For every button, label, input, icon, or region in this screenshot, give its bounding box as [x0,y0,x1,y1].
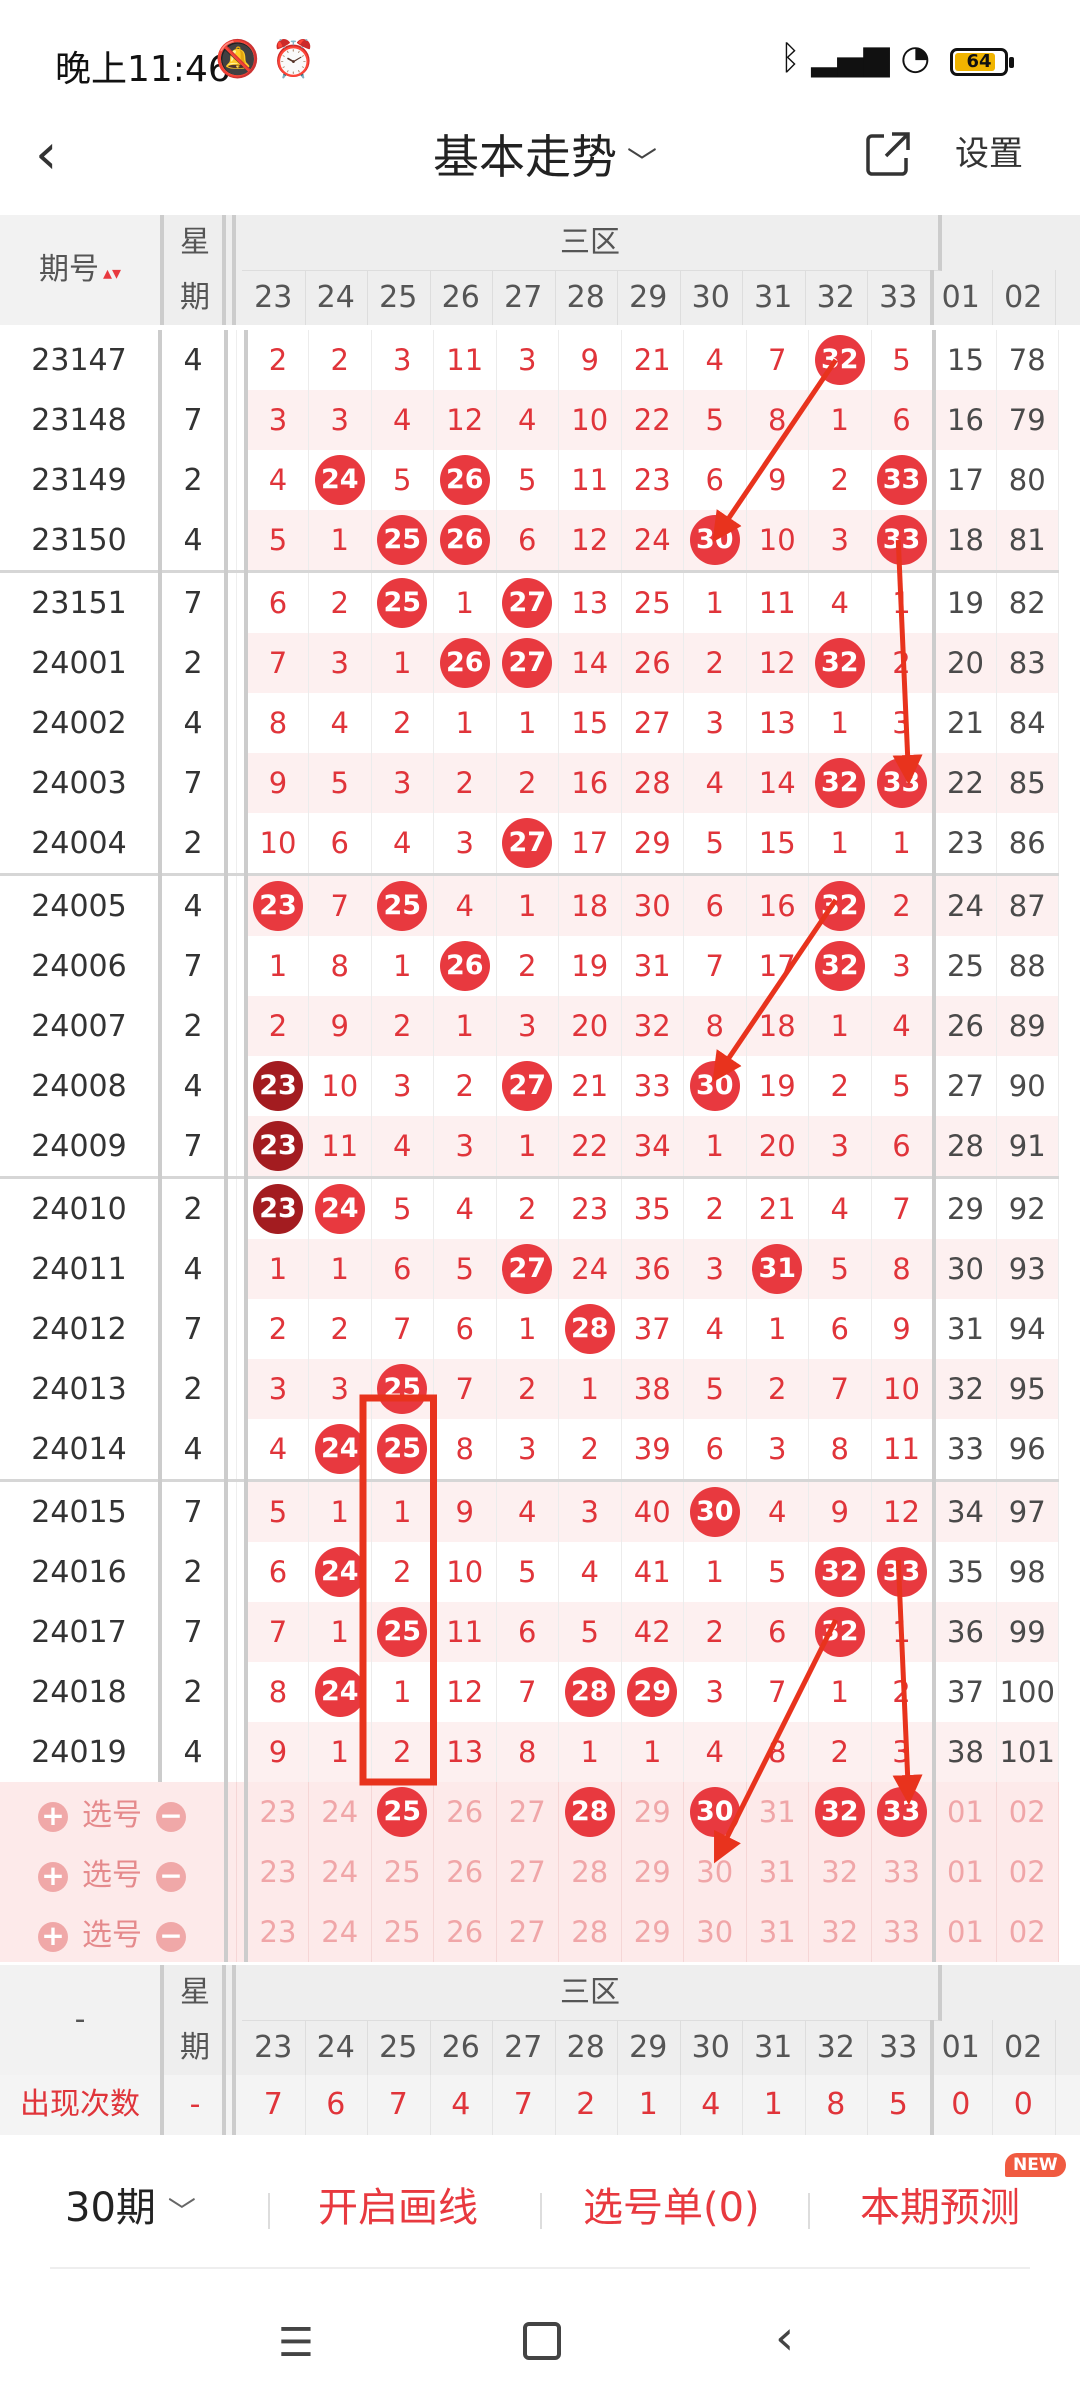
count-cell: 2 [555,2075,618,2135]
count-cell: 0 [992,2075,1056,2135]
count-cell: 8 [805,2075,868,2135]
annotation-arrow [712,898,838,1083]
back-nav-icon[interactable]: ‹ [775,2310,794,2366]
footer-column-01: 01 [930,2020,993,2075]
battery-icon: 64 [950,48,1014,76]
annotation-box [359,1394,437,1786]
page-title: 基本走势 [433,130,617,184]
bottom-toolbar: 30期 ﹀ 开启画线 选号单(0) 本期预测 NEW [0,2135,1080,2270]
system-nav-bar: ☰ ‹ [0,2270,1080,2400]
settings-button[interactable]: 设置 [955,128,1045,180]
annotation-arrow [714,1618,838,1864]
draw-lines-button[interactable]: 开启画线 [318,2175,478,2233]
annotation-arrow [712,358,838,543]
footer-week-bottom: 期 [180,2030,210,2065]
footer-column-32: 32 [805,2020,868,2075]
menu-icon[interactable]: ☰ [278,2320,314,2366]
share-icon[interactable] [862,128,914,180]
footer-column-29: 29 [617,2020,681,2075]
status-bar: 晚上11:46 🔕 ⏰ ᛒ ▂▄▆ ◔ 64 [0,0,1080,125]
count-cell: 7 [367,2075,431,2135]
annotation-layer [359,358,923,1864]
count-week: - [189,2087,201,2122]
back-arrow-icon[interactable]: ‹ [35,125,85,185]
mute-alarm-icons: 🔕 ⏰ [215,39,317,80]
count-cell: 1 [617,2075,681,2135]
count-cell: 6 [305,2075,368,2135]
footer-column-26: 26 [430,2020,493,2075]
count-label: 出现次数 [0,2075,164,2135]
home-icon[interactable] [523,2322,561,2360]
trend-grid: 23147 4 2 2 3 11 3 9 21 4 7 32 5 15 78 23148 7 3 3 4 12 4 10 22… [0,215,1080,2135]
footer-issue-label: - [0,1965,164,2075]
footer-column-27: 27 [492,2020,556,2075]
count-cell: 0 [930,2075,993,2135]
footer-column-30: 30 [680,2020,743,2075]
footer-column-28: 28 [555,2020,618,2075]
footer-column-24: 24 [305,2020,368,2075]
count-cell: 4 [680,2075,743,2135]
battery-level: 64 [966,51,992,72]
count-cell: 7 [492,2075,556,2135]
footer-column-25: 25 [367,2020,431,2075]
new-badge: NEW [1005,2153,1066,2177]
chevron-down-icon: ﹀ [167,2195,196,2228]
status-time: 晚上11:46 [55,49,231,90]
period-label: 30期 [65,2185,156,2231]
selection-list-button[interactable]: 选号单(0) [583,2175,760,2233]
period-selector[interactable]: 30期 ﹀ [65,2175,196,2233]
count-cell: 4 [430,2075,493,2135]
occurrence-count-row: 出现次数 - 7674721418500 [0,2075,1080,2135]
count-cell: 7 [242,2075,306,2135]
count-cell: 5 [867,2075,934,2135]
annotation-arrow [892,1559,923,1805]
count-cell: 1 [742,2075,806,2135]
footer-column-31: 31 [742,2020,806,2075]
bluetooth-signal-wifi-icons: ᛒ ▂▄▆ ◔ [780,38,931,78]
chevron-down-icon: ﹀ [627,146,657,181]
page-title-dropdown[interactable]: 基本走势 ﹀ [360,122,730,192]
footer-zone-label: 三区 [242,1965,942,2021]
footer-column-33: 33 [867,2020,934,2075]
footer-week-top: 星 [180,1975,210,2010]
footer-column-02: 02 [992,2020,1056,2075]
footer-column-23: 23 [242,2020,306,2075]
footer-header: - 星 期 三区 23 24 25 26 27 28 29 30 31 32 33 01 02 [0,1965,1080,2075]
predict-button[interactable]: 本期预测 [860,2175,1020,2233]
annotation-arrow [892,539,923,785]
